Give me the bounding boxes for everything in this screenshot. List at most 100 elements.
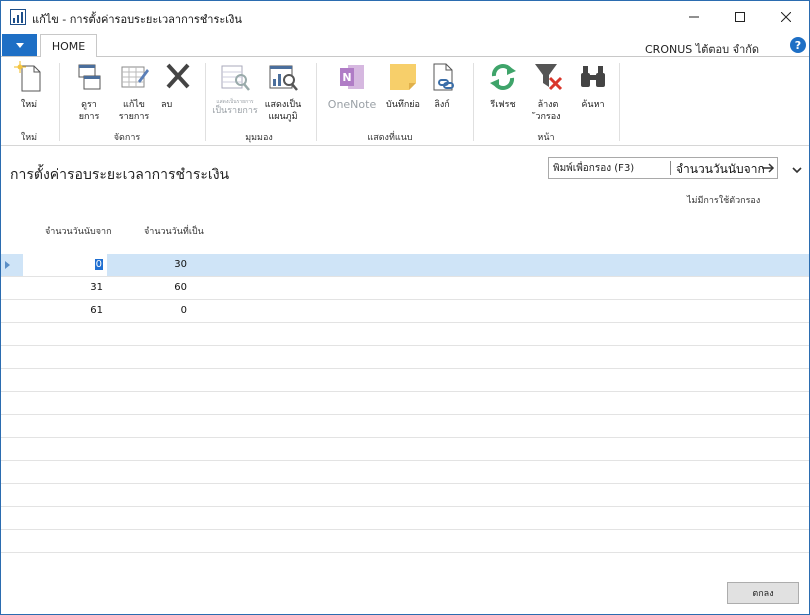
empty-row[interactable] <box>1 530 809 553</box>
cell-days-from[interactable]: 0 <box>25 259 103 270</box>
group-label-view: มุมมอง <box>245 133 273 143</box>
list-button[interactable]: ดูรา ยการ <box>71 61 107 123</box>
notes-label: บันทึกย่อ <box>386 100 420 110</box>
empty-row[interactable] <box>1 392 809 415</box>
group-separator <box>619 63 620 141</box>
empty-row[interactable] <box>1 461 809 484</box>
filter-field-select[interactable]: จำนวนวันนับจาก <box>676 160 766 179</box>
window: แก้ไข - การตั้งค่ารอบระยะเวลาการชำระเงิน… <box>0 0 810 615</box>
notes-button[interactable]: บันทึกย่อ <box>381 61 425 111</box>
group-separator <box>473 63 474 141</box>
edit-list-label-2: รายการ <box>118 112 150 122</box>
minimize-button[interactable] <box>671 1 717 32</box>
clear-filter-label-1: ล้างต <box>537 100 559 110</box>
app-menu-button[interactable] <box>2 34 37 56</box>
cell-value: 0 <box>94 259 103 270</box>
column-header-days-from[interactable]: จำนวนวันนับจาก <box>45 224 112 238</box>
tab-home[interactable]: HOME <box>40 34 97 58</box>
clear-filter-icon <box>535 64 563 91</box>
sticky-note-icon <box>390 64 416 90</box>
onenote-icon: N <box>340 65 364 89</box>
new-document-icon <box>14 61 41 92</box>
refresh-label: รีเฟรช <box>490 100 516 110</box>
delete-label: ลบ <box>161 100 173 110</box>
cell-days-from[interactable]: 31 <box>25 282 103 293</box>
no-filter-status: ไม่มีการใช้ตัวกรอง <box>687 196 761 206</box>
group-label-page: หน้า <box>537 133 555 143</box>
ribbon-tab-row: HOME CRONUS ไต้ตอบ จำกัด ? <box>1 32 809 58</box>
edit-list-label-1: แก้ไข <box>123 100 145 110</box>
list-label-1: ดูรา <box>81 100 97 110</box>
company-name[interactable]: CRONUS ไต้ตอบ จำกัด <box>645 40 759 58</box>
maximize-icon <box>735 11 745 22</box>
onenote-label: OneNote <box>327 98 377 111</box>
delete-button[interactable]: ลบ <box>159 61 197 111</box>
show-as-list-icon <box>221 65 250 91</box>
new-label: ใหม่ <box>20 100 38 110</box>
minimize-icon <box>689 16 699 17</box>
table-row[interactable]: 0 30 <box>1 254 809 277</box>
list-label-2: ยการ <box>78 112 100 122</box>
ribbon: ใหม่ ใหม่ ดูรา ยการ แก้ไข รายการ ลบ จัดก… <box>1 57 809 146</box>
maximize-button[interactable] <box>717 1 763 32</box>
empty-row[interactable] <box>1 507 809 530</box>
dropdown-arrow-icon <box>15 42 24 48</box>
show-as-chart-label-2: แผนภูมิ <box>268 112 298 122</box>
title-bar: แก้ไข - การตั้งค่ารอบระยะเวลาการชำระเงิน <box>1 1 809 32</box>
refresh-icon <box>490 64 516 90</box>
close-icon <box>781 11 791 22</box>
chevron-down-icon[interactable] <box>790 163 804 177</box>
table-row[interactable]: 31 60 <box>1 277 809 300</box>
find-button[interactable]: ค้นหา <box>575 61 611 111</box>
show-as-list-label: เป็นรายการ <box>212 106 258 116</box>
arrow-right-icon[interactable] <box>761 161 775 175</box>
svg-text:N: N <box>342 71 351 84</box>
show-as-chart-icon <box>269 65 298 91</box>
clear-filter-button[interactable]: ล้างต ัวกรอง <box>527 61 569 123</box>
link-document-icon <box>433 63 454 91</box>
empty-row[interactable] <box>1 484 809 507</box>
empty-row[interactable] <box>1 369 809 392</box>
show-as-list-button[interactable]: แสดงเป็นรายการ เป็นรายการ <box>211 61 259 117</box>
list-view-icon <box>78 64 101 90</box>
filter-input[interactable] <box>549 158 669 178</box>
edit-list-icon <box>121 66 149 88</box>
window-title: แก้ไข - การตั้งค่ารอบระยะเวลาการชำระเงิน <box>32 13 242 26</box>
empty-row[interactable] <box>1 438 809 461</box>
column-header-days-to[interactable]: จำนวนวันที่เป็น <box>144 224 204 238</box>
periods-grid: 0 30 31 60 61 0 <box>1 254 809 553</box>
empty-row[interactable] <box>1 415 809 438</box>
chart-app-icon <box>10 9 26 25</box>
cell-days-from[interactable]: 61 <box>25 305 103 316</box>
ok-button[interactable]: ตกลง <box>727 582 799 604</box>
group-separator <box>316 63 317 141</box>
empty-row[interactable] <box>1 346 809 369</box>
show-as-chart-label-1: แสดงเป็น <box>264 100 302 110</box>
cell-days-to[interactable]: 30 <box>109 259 187 270</box>
help-icon[interactable]: ? <box>790 37 806 53</box>
show-as-chart-button[interactable]: แสดงเป็น แผนภูมิ <box>261 61 305 123</box>
empty-row[interactable] <box>1 323 809 346</box>
refresh-button[interactable]: รีเฟรช <box>483 61 523 111</box>
cell-days-to[interactable]: 60 <box>109 282 187 293</box>
new-button[interactable]: ใหม่ <box>11 61 47 111</box>
page-title: การตั้งค่ารอบระยะเวลาการชำระเงิน <box>10 167 230 183</box>
binoculars-icon <box>581 66 605 87</box>
links-label: ลิงก์ <box>434 100 450 110</box>
clear-filter-label-2: ัวกรอง <box>535 112 561 122</box>
edit-list-button[interactable]: แก้ไข รายการ <box>113 61 155 123</box>
group-label-new: ใหม่ <box>20 133 38 143</box>
row-selector-marker <box>5 261 10 269</box>
group-separator <box>205 63 206 141</box>
table-row[interactable]: 61 0 <box>1 300 809 323</box>
svg-text:?: ? <box>795 39 801 52</box>
links-button[interactable]: ลิงก์ <box>427 61 457 111</box>
group-label-show-attached: แสดงที่แนบ <box>367 133 413 143</box>
filter-box: จำนวนวันนับจาก <box>548 157 778 179</box>
find-label: ค้นหา <box>581 100 605 110</box>
onenote-button[interactable]: N OneNote <box>325 61 379 111</box>
close-button[interactable] <box>763 1 809 32</box>
delete-x-icon <box>166 63 190 89</box>
cell-days-to[interactable]: 0 <box>109 305 187 316</box>
group-separator <box>59 63 60 141</box>
